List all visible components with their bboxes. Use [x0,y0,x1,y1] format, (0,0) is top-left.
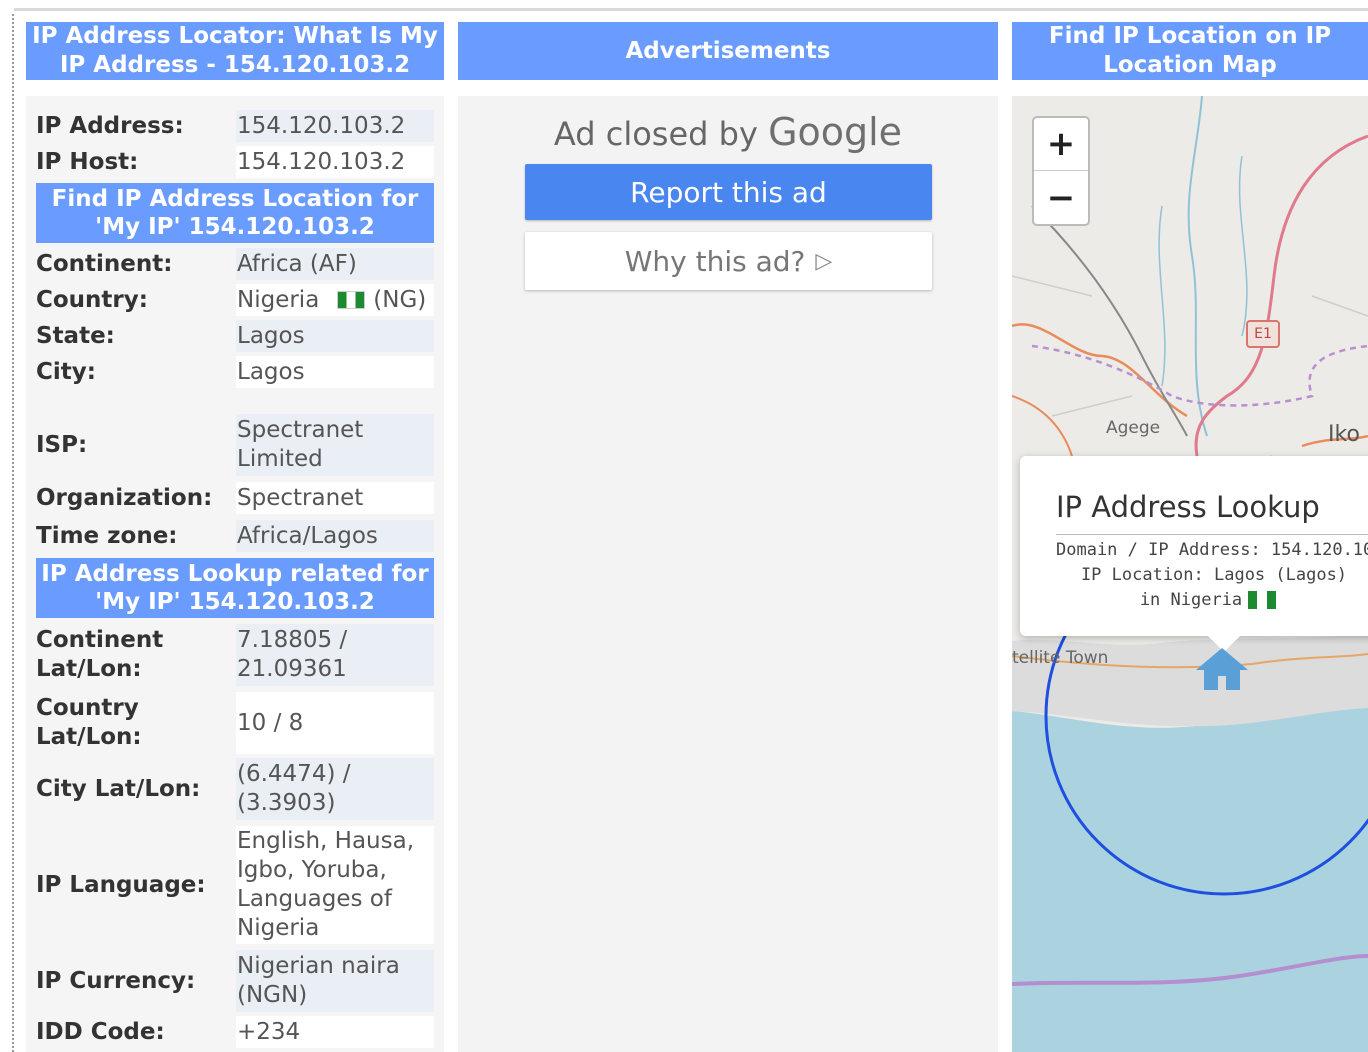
state-label: State: [36,322,115,349]
language-label: IP Language: [36,871,206,898]
locator-header: IP Address Locator: What Is My IP Addres… [26,22,444,80]
isp-label: ISP: [36,431,88,458]
ip-host-value: 154.120.103.2 [236,146,434,178]
row-city-latlon: City Lat/Lon: (6.4474) / (3.3903) [36,758,434,820]
map-label-iko: Iko [1328,422,1360,447]
ad-closed-message: Ad closed by Google [458,110,998,154]
row-idd: IDD Code: +234 [36,1016,434,1048]
left-dotted-border [12,14,14,1052]
row-continent: Continent: Africa (AF) [36,248,434,280]
google-brand: Google [768,110,903,154]
row-city: City: Lagos [36,356,434,388]
advertisements-title: Advertisements [625,37,831,64]
organization-value: Spectranet [236,482,434,514]
country-name: Nigeria [237,286,320,313]
map-label-agege: Agege [1106,418,1161,438]
row-ip-address: IP Address: 154.120.103.2 [36,110,434,142]
city-latlon-value: (6.4474) / (3.3903) [236,758,434,820]
country-latlon-value: 10 / 8 [236,692,434,754]
find-location-band: Find IP Address Location for 'My IP' 154… [36,183,434,243]
lookup-related-text: IP Address Lookup related for 'My IP' 15… [41,561,429,615]
row-organization: Organization: Spectranet [36,482,434,514]
why-this-ad-label: Why this ad? [624,244,806,278]
timezone-value: Africa/Lagos [236,520,434,552]
continent-label: Continent: [36,250,173,277]
popup-country-text: in Nigeria [1139,590,1243,610]
popup-country-line: in Nigeria [1012,590,1368,610]
city-label: City: [36,358,96,385]
ad-closed-prefix: Ad closed by [553,115,758,153]
city-latlon-label: City Lat/Lon: [36,775,201,802]
country-latlon-label: Country Lat/Lon: [36,695,142,750]
ip-address-value: 154.120.103.2 [236,110,434,142]
row-continent-latlon: Continent Lat/Lon: 7.18805 / 21.09361 [36,624,434,686]
report-ad-label: Report this ad [630,175,827,209]
row-timezone: Time zone: Africa/Lagos [36,520,434,552]
state-value: Lagos [236,320,434,352]
locator-title: IP Address Locator: What Is My IP Addres… [32,23,438,78]
country-label: Country: [36,286,148,313]
row-currency: IP Currency: Nigerian naira (NGN) [36,950,434,1012]
row-language: IP Language: English, Hausa, Igbo, Yorub… [36,826,434,944]
nigeria-flag-icon [337,291,366,309]
ip-address-label: IP Address: [36,112,184,139]
city-value: Lagos [236,356,434,388]
nigeria-flag-icon [1248,591,1277,609]
language-value: English, Hausa, Igbo, Yoruba, Languages … [236,826,434,944]
map-header: Find IP Location on IP Location Map [1012,22,1368,80]
continent-latlon-value: 7.18805 / 21.09361 [236,624,434,686]
map-label-town: tellite Town [1012,648,1109,668]
row-country-latlon: Country Lat/Lon: 10 / 8 [36,692,434,754]
why-this-ad-button[interactable]: Why this ad? ▷ [525,232,932,290]
home-marker-icon[interactable] [1192,644,1252,692]
advertisements-header: Advertisements [458,22,998,80]
ip-info-table: IP Address: 154.120.103.2 IP Host: 154.1… [26,96,444,1052]
top-divider [14,8,1368,11]
row-country: Country: Nigeria (NG) [36,284,434,316]
row-state: State: Lagos [36,320,434,352]
adchoices-icon: ▷ [815,248,833,274]
zoom-control: + − [1032,116,1090,226]
popup-divider [1056,534,1368,535]
timezone-label: Time zone: [36,522,178,549]
popup-domain-line: Domain / IP Address: 154.120.103.2 [1056,540,1368,560]
currency-label: IP Currency: [36,967,196,994]
map-title: Find IP Location on IP Location Map [1048,23,1332,78]
continent-latlon-label: Continent Lat/Lon: [36,627,164,682]
row-isp: ISP: Spectranet Limited [36,414,434,476]
ad-panel: Ad closed by Google Report this ad Why t… [458,96,998,1052]
ip-host-label: IP Host: [36,148,139,175]
ip-location-map[interactable]: + − E1 Agege Iko tellite Town IP Address… [1012,96,1368,1052]
popup-location-line: IP Location: Lagos (Lagos) [1080,565,1348,585]
organization-label: Organization: [36,484,213,511]
isp-value: Spectranet Limited [236,414,434,476]
country-value: Nigeria (NG) [236,284,434,316]
zoom-out-button[interactable]: − [1034,171,1088,224]
currency-value: Nigerian naira (NGN) [236,950,434,1012]
report-ad-button[interactable]: Report this ad [525,164,932,220]
country-code: (NG) [373,286,427,313]
road-shield-e1: E1 [1246,320,1280,348]
location-popup: IP Address Lookup Domain / IP Address: 1… [1020,456,1368,652]
zoom-in-button[interactable]: + [1034,118,1088,171]
idd-label: IDD Code: [36,1018,165,1045]
popup-title: IP Address Lookup [1056,490,1320,524]
lookup-related-band: IP Address Lookup related for 'My IP' 15… [36,558,434,618]
continent-value: Africa (AF) [236,248,434,280]
row-ip-host: IP Host: 154.120.103.2 [36,146,434,178]
idd-value: +234 [236,1016,434,1048]
find-location-text: Find IP Address Location for 'My IP' 154… [51,186,419,240]
